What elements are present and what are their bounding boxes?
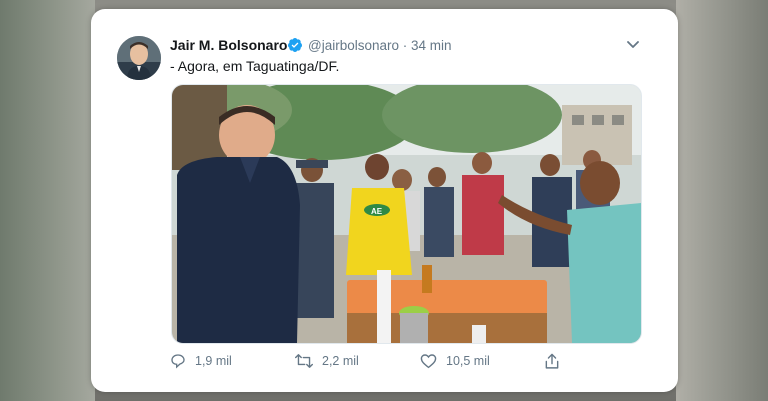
avatar[interactable]: [117, 36, 161, 80]
tweet-meta: @jairbolsonaro · 34 min: [308, 38, 452, 53]
retweet-count: 2,2 mil: [322, 354, 359, 368]
author-handle[interactable]: @jairbolsonaro: [308, 38, 399, 53]
reply-count: 1,9 mil: [195, 354, 232, 368]
tweet-timestamp[interactable]: 34 min: [411, 38, 452, 53]
tweet-text: - Agora, em Taguatinga/DF.: [170, 58, 340, 74]
background-blur-left: [0, 0, 95, 401]
author-name[interactable]: Jair M. Bolsonaro: [170, 37, 287, 53]
photo-scene: AE: [172, 85, 641, 343]
like-action[interactable]: 10,5 mil: [420, 351, 490, 371]
reply-action[interactable]: 1,9 mil: [170, 351, 232, 371]
background-blur-right: [676, 0, 768, 401]
share-action[interactable]: [544, 351, 569, 371]
reply-icon: [171, 354, 185, 369]
like-count: 10,5 mil: [446, 354, 490, 368]
retweet-icon: [295, 354, 313, 368]
tweet-actions: 1,9 mil 2,2 mil 10,5 mil: [170, 351, 570, 371]
verified-badge-icon: [288, 38, 302, 52]
chevron-down-icon[interactable]: [625, 36, 641, 52]
retweet-action[interactable]: 2,2 mil: [295, 351, 359, 371]
heart-icon: [420, 354, 437, 369]
tweet-media-photo[interactable]: AE: [171, 84, 642, 344]
share-icon: [545, 353, 559, 369]
shirt-print-text: AE: [371, 207, 383, 216]
meta-separator: ·: [402, 38, 408, 53]
tweet-card[interactable]: Jair M. Bolsonaro @jairbolsonaro · 34 mi…: [91, 9, 678, 392]
